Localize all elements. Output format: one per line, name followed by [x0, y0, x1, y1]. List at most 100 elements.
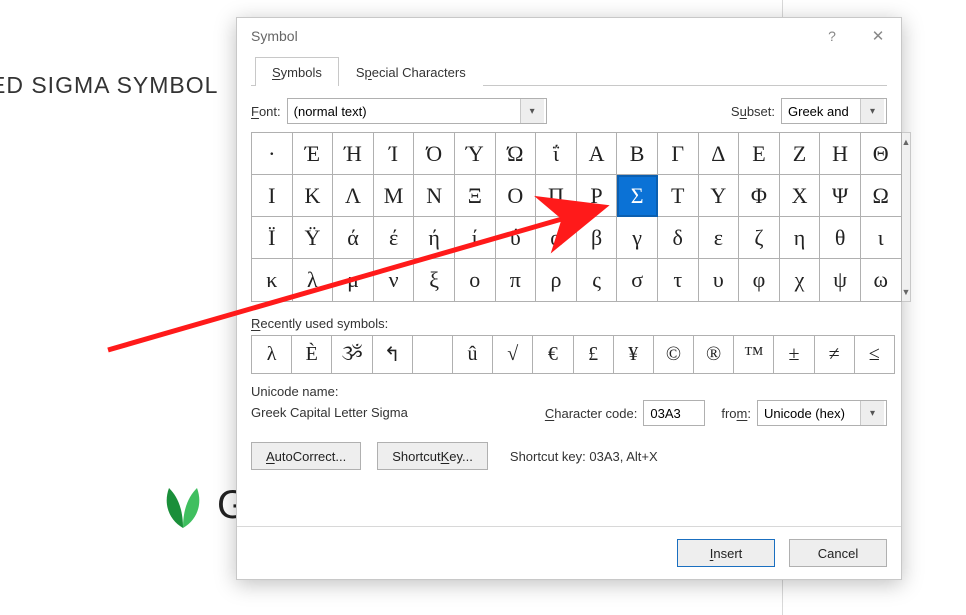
symbol-cell[interactable]: ο: [455, 259, 496, 301]
symbol-cell[interactable]: Ι: [252, 175, 293, 217]
symbol-cell[interactable]: ά: [333, 217, 374, 259]
symbol-cell[interactable]: Λ: [333, 175, 374, 217]
subset-input[interactable]: [782, 99, 860, 123]
recent-symbol-cell[interactable]: ®: [694, 336, 734, 374]
from-select[interactable]: ▾: [757, 400, 887, 426]
recent-symbol-cell[interactable]: È: [292, 336, 332, 374]
symbol-cell[interactable]: κ: [252, 259, 293, 301]
symbol-cell[interactable]: χ: [780, 259, 821, 301]
tab-symbols[interactable]: Symbols: [255, 57, 339, 86]
char-code-input[interactable]: [643, 400, 705, 426]
close-button[interactable]: ✕: [855, 18, 901, 54]
symbol-cell[interactable]: Μ: [374, 175, 415, 217]
symbol-cell[interactable]: Α: [577, 133, 618, 175]
recent-symbol-cell[interactable]: €: [533, 336, 573, 374]
symbol-cell[interactable]: α: [536, 217, 577, 259]
symbol-cell[interactable]: ε: [699, 217, 740, 259]
recent-symbol-cell[interactable]: ૐ: [332, 336, 372, 374]
scroll-down-icon[interactable]: ▼: [902, 283, 911, 301]
symbol-cell[interactable]: Ο: [496, 175, 537, 217]
symbol-cell[interactable]: Υ: [699, 175, 740, 217]
symbol-cell[interactable]: Ξ: [455, 175, 496, 217]
recent-symbol-cell[interactable]: û: [453, 336, 493, 374]
symbol-cell[interactable]: Η: [820, 133, 861, 175]
subset-select[interactable]: ▾: [781, 98, 887, 124]
scroll-up-icon[interactable]: ▲: [902, 133, 911, 151]
insert-button[interactable]: Insert: [677, 539, 775, 567]
symbol-cell[interactable]: Ω: [861, 175, 902, 217]
symbol-cell[interactable]: ω: [861, 259, 902, 301]
recent-symbol-cell[interactable]: ↰: [373, 336, 413, 374]
symbol-cell[interactable]: ·: [252, 133, 293, 175]
shortcut-key-button[interactable]: Shortcut Key...: [377, 442, 488, 470]
help-button[interactable]: ?: [809, 18, 855, 54]
from-input[interactable]: [758, 401, 860, 425]
symbol-cell[interactable]: Θ: [861, 133, 902, 175]
recent-symbol-cell[interactable]: £: [574, 336, 614, 374]
symbol-cell[interactable]: δ: [658, 217, 699, 259]
symbol-cell[interactable]: ί: [455, 217, 496, 259]
symbol-cell[interactable]: Τ: [658, 175, 699, 217]
symbol-cell[interactable]: Γ: [658, 133, 699, 175]
symbol-cell[interactable]: ξ: [414, 259, 455, 301]
symbol-cell[interactable]: β: [577, 217, 618, 259]
font-select[interactable]: ▾: [287, 98, 547, 124]
symbol-cell[interactable]: π: [496, 259, 537, 301]
symbol-cell[interactable]: ζ: [739, 217, 780, 259]
subset-dropdown-button[interactable]: ▾: [860, 99, 884, 123]
symbol-cell[interactable]: ΐ: [536, 133, 577, 175]
symbol-cell[interactable]: ψ: [820, 259, 861, 301]
symbol-cell[interactable]: σ: [617, 259, 658, 301]
symbol-cell[interactable]: Ώ: [496, 133, 537, 175]
font-input[interactable]: [288, 99, 520, 123]
symbol-cell[interactable]: υ: [699, 259, 740, 301]
cancel-button[interactable]: Cancel: [789, 539, 887, 567]
symbol-cell[interactable]: η: [780, 217, 821, 259]
recent-symbol-cell[interactable]: [413, 336, 453, 374]
symbol-cell[interactable]: Ϋ: [293, 217, 334, 259]
from-dropdown-button[interactable]: ▾: [860, 401, 884, 425]
symbol-cell[interactable]: ν: [374, 259, 415, 301]
symbol-cell[interactable]: έ: [374, 217, 415, 259]
symbol-cell[interactable]: Έ: [293, 133, 334, 175]
recent-symbol-cell[interactable]: ≠: [815, 336, 855, 374]
symbol-cell[interactable]: Ί: [374, 133, 415, 175]
symbol-cell[interactable]: Ή: [333, 133, 374, 175]
symbol-cell[interactable]: Κ: [293, 175, 334, 217]
autocorrect-button[interactable]: AutoCorrect...: [251, 442, 361, 470]
recent-symbol-cell[interactable]: λ: [252, 336, 292, 374]
symbol-cell[interactable]: Ε: [739, 133, 780, 175]
symbol-cell[interactable]: Ό: [414, 133, 455, 175]
symbol-cell[interactable]: Π: [536, 175, 577, 217]
symbol-cell[interactable]: γ: [617, 217, 658, 259]
recent-symbol-cell[interactable]: ¥: [614, 336, 654, 374]
symbol-cell[interactable]: Σ: [617, 175, 658, 217]
tab-special-characters[interactable]: Special Characters: [339, 57, 483, 86]
symbol-cell[interactable]: τ: [658, 259, 699, 301]
symbol-cell[interactable]: θ: [820, 217, 861, 259]
symbol-cell[interactable]: ή: [414, 217, 455, 259]
symbol-cell[interactable]: ρ: [536, 259, 577, 301]
symbol-cell[interactable]: Φ: [739, 175, 780, 217]
symbol-cell[interactable]: ι: [861, 217, 902, 259]
symbol-cell[interactable]: Ν: [414, 175, 455, 217]
symbol-cell[interactable]: μ: [333, 259, 374, 301]
symbol-cell[interactable]: Ζ: [780, 133, 821, 175]
recent-symbol-cell[interactable]: ±: [774, 336, 814, 374]
recent-symbol-cell[interactable]: ≤: [855, 336, 895, 374]
recent-symbol-cell[interactable]: √: [493, 336, 533, 374]
recent-symbol-cell[interactable]: ©: [654, 336, 694, 374]
font-dropdown-button[interactable]: ▾: [520, 99, 544, 123]
symbol-cell[interactable]: Ϊ: [252, 217, 293, 259]
recent-symbol-cell[interactable]: ™: [734, 336, 774, 374]
symbol-grid-scrollbar[interactable]: ▲ ▼: [902, 132, 912, 302]
symbol-cell[interactable]: Β: [617, 133, 658, 175]
symbol-cell[interactable]: ς: [577, 259, 618, 301]
symbol-cell[interactable]: Δ: [699, 133, 740, 175]
symbol-cell[interactable]: Ύ: [455, 133, 496, 175]
symbol-cell[interactable]: Χ: [780, 175, 821, 217]
symbol-cell[interactable]: Ρ: [577, 175, 618, 217]
symbol-cell[interactable]: λ: [293, 259, 334, 301]
symbol-cell[interactable]: Ψ: [820, 175, 861, 217]
symbol-cell[interactable]: φ: [739, 259, 780, 301]
